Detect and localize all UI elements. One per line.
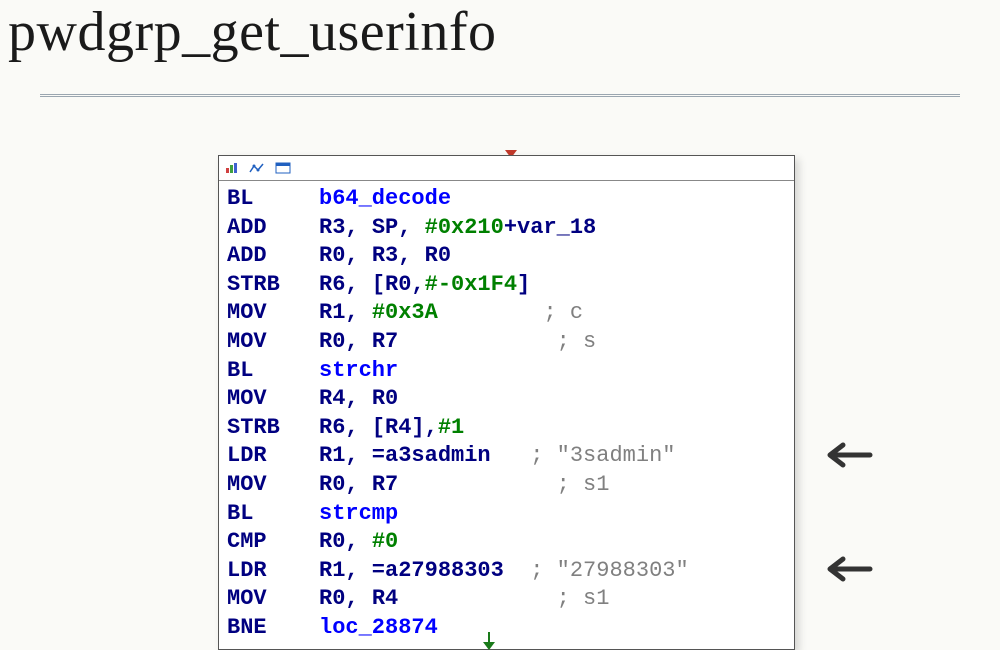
page-title: pwdgrp_get_userinfo	[0, 0, 1000, 64]
bar-chart-icon	[225, 162, 239, 174]
annotation-arrow	[815, 435, 875, 475]
divider	[40, 94, 960, 97]
window-icon	[275, 162, 291, 174]
panel-toolbar	[219, 156, 794, 181]
bottom-arrow-marker	[488, 632, 490, 646]
annotation-arrow	[815, 549, 875, 589]
disassembly-panel: BLb64_decode ADDR3, SP, #0x210+var_18 AD…	[218, 155, 795, 650]
graph-icon	[249, 162, 265, 174]
disassembly-listing: BLb64_decode ADDR3, SP, #0x210+var_18 AD…	[219, 181, 794, 649]
